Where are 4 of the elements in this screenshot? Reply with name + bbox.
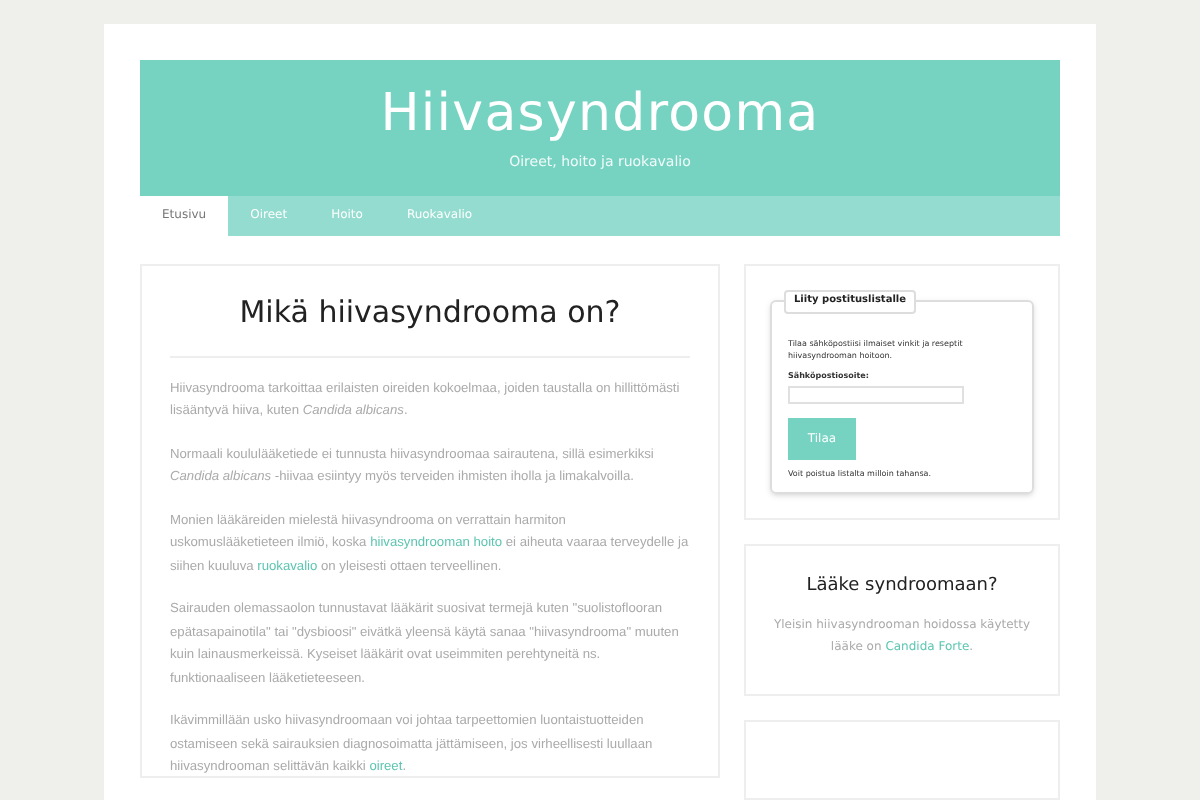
- article-title: Mikä hiivasyndrooma on?: [170, 290, 690, 357]
- widget-title: Lääke syndroomaan?: [806, 574, 998, 600]
- site-title[interactable]: Hiivasyndrooma: [380, 83, 820, 144]
- email-field[interactable]: [788, 386, 964, 404]
